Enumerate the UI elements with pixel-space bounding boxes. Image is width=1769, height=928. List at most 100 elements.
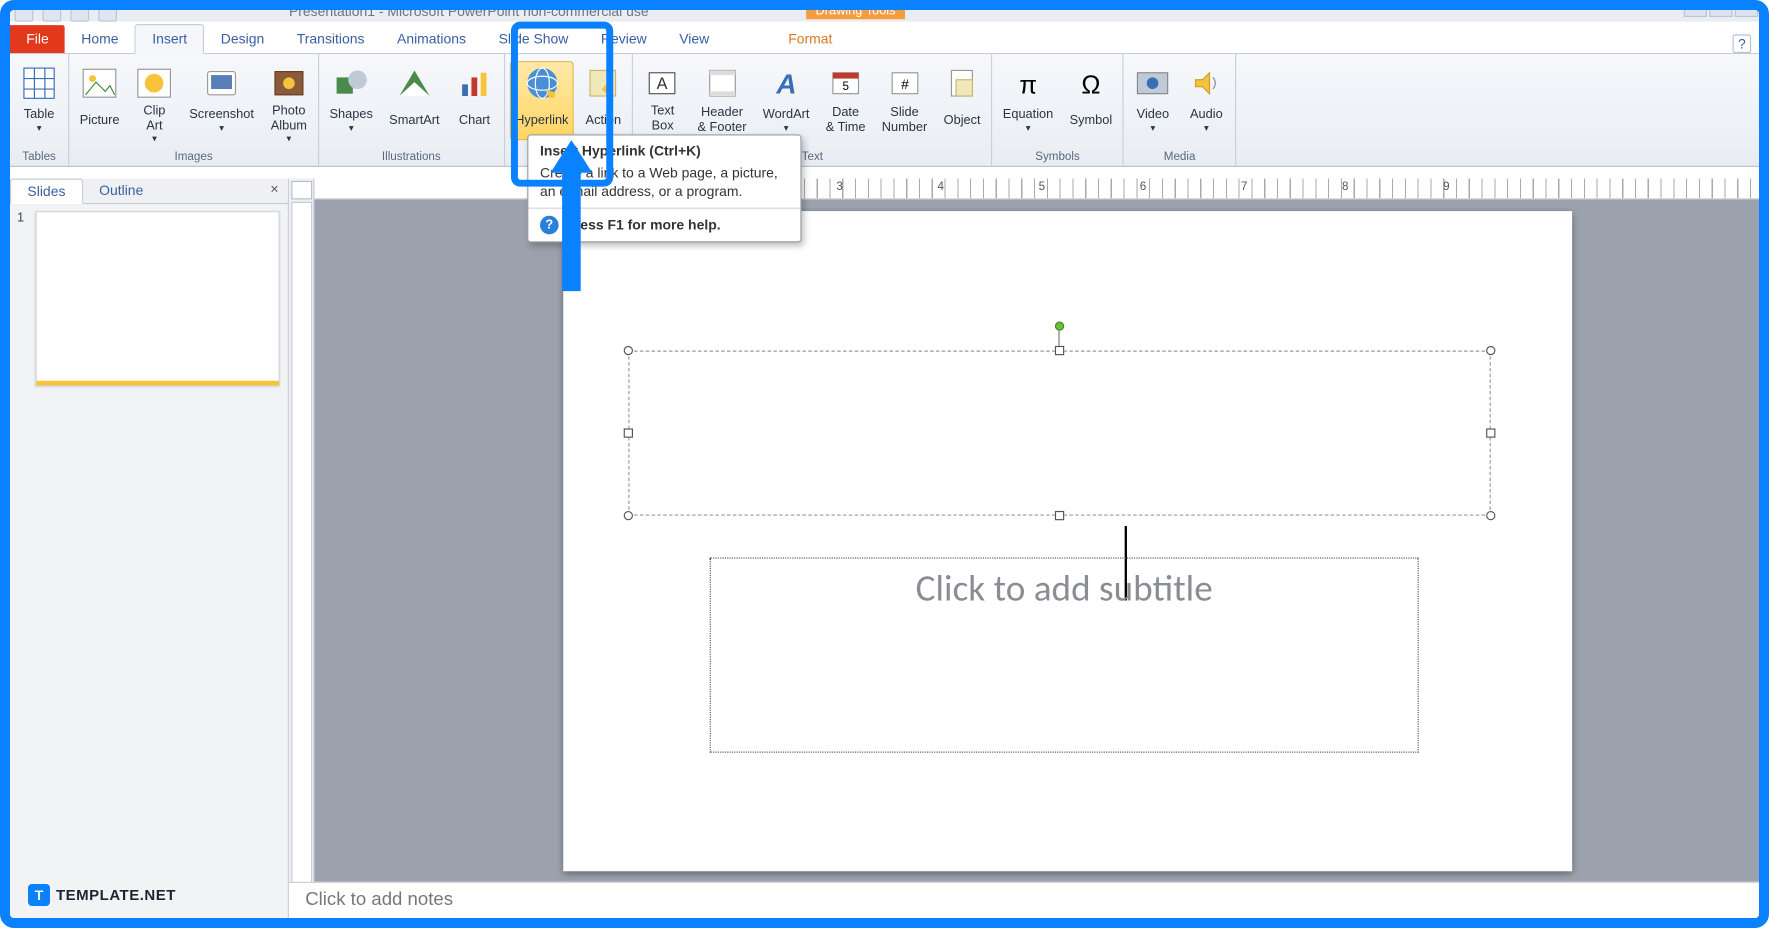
audio-button[interactable]: Audio▾ xyxy=(1182,61,1231,140)
slidenumber-button[interactable]: # Slide Number xyxy=(876,61,933,140)
tab-design[interactable]: Design xyxy=(205,25,281,53)
resize-handle[interactable] xyxy=(1055,346,1064,355)
photoalbum-button[interactable]: Photo Album▾ xyxy=(264,61,313,148)
svg-text:5: 5 xyxy=(842,80,848,93)
tab-home[interactable]: Home xyxy=(65,25,135,53)
action-button[interactable]: Action xyxy=(579,61,628,140)
resize-handle[interactable] xyxy=(1486,511,1495,520)
tab-review[interactable]: Review xyxy=(585,25,663,53)
symbol-label: Symbol xyxy=(1070,104,1113,137)
tab-selector-button[interactable] xyxy=(291,181,312,200)
chart-label: Chart xyxy=(459,104,490,137)
tab-file[interactable]: File xyxy=(10,25,65,53)
resize-handle[interactable] xyxy=(624,346,633,355)
object-icon xyxy=(944,65,981,102)
screenshot-button[interactable]: Screenshot▾ xyxy=(183,61,259,140)
qat-undo-icon[interactable] xyxy=(43,3,62,22)
smartart-label: SmartArt xyxy=(389,104,439,137)
ruler-mark: 4 xyxy=(938,181,944,194)
equation-button[interactable]: πEquation▾ xyxy=(997,61,1059,140)
chevron-down-icon: ▾ xyxy=(189,122,254,133)
datetime-button[interactable]: 5 Date & Time xyxy=(820,61,871,140)
datetime-icon: 5 xyxy=(827,65,864,102)
panel-tab-outline[interactable]: Outline xyxy=(83,179,160,203)
close-button[interactable] xyxy=(1735,3,1758,17)
shapes-button[interactable]: Shapes▾ xyxy=(324,61,379,140)
subtitle-placeholder[interactable]: Click to add subtitle xyxy=(710,557,1419,752)
resize-handle[interactable] xyxy=(1486,428,1495,437)
group-images: Picture Clip Art▾ Screenshot▾ Photo Albu… xyxy=(69,54,319,166)
work-area: Slides Outline × 1 1 2 3 4 5 6 7 8 9 xyxy=(10,179,1760,919)
resize-handle[interactable] xyxy=(624,428,633,437)
slides-panel: Slides Outline × 1 xyxy=(10,179,289,919)
action-label: Action xyxy=(586,104,622,137)
table-label: Table xyxy=(24,108,55,123)
help-button[interactable]: ? xyxy=(1733,34,1752,53)
video-button[interactable]: Video▾ xyxy=(1128,61,1177,140)
datetime-label: Date & Time xyxy=(826,104,866,137)
group-tables: Table▾ Tables xyxy=(10,54,69,166)
slide-canvas[interactable]: 1 2 3 4 5 6 7 8 9 xyxy=(315,179,1761,919)
tooltip-hyperlink: Insert Hyperlink (Ctrl+K) Create a link … xyxy=(527,134,801,243)
svg-text:A: A xyxy=(775,69,796,99)
hyperlink-label: Hyperlink xyxy=(515,104,568,137)
notes-placeholder: Click to add notes xyxy=(305,890,453,910)
context-tab-drawing-tools: Drawing Tools xyxy=(806,3,905,19)
panel-tab-slides[interactable]: Slides xyxy=(10,179,83,205)
window-title: Presentation1 - Microsoft PowerPoint non… xyxy=(289,3,649,19)
resize-handle[interactable] xyxy=(1055,511,1064,520)
tab-view[interactable]: View xyxy=(663,25,726,53)
equation-icon: π xyxy=(1009,65,1046,102)
svg-text:#: # xyxy=(901,76,909,92)
tooltip-title: Insert Hyperlink (Ctrl+K) xyxy=(528,136,800,164)
tooltip-body: Create a link to a Web page, a picture, … xyxy=(528,163,800,208)
group-images-label: Images xyxy=(175,148,213,165)
equation-label: Equation xyxy=(1003,108,1053,123)
minimize-button[interactable] xyxy=(1684,3,1707,17)
panel-close-button[interactable]: × xyxy=(261,179,288,203)
symbol-button[interactable]: Ω Symbol xyxy=(1064,61,1118,140)
clipart-button[interactable]: Clip Art▾ xyxy=(130,61,179,148)
tab-animations[interactable]: Animations xyxy=(381,25,483,53)
rotate-handle[interactable] xyxy=(1055,321,1064,330)
tab-format[interactable]: Format xyxy=(772,25,849,53)
chart-button[interactable]: Chart xyxy=(450,61,499,140)
smartart-button[interactable]: SmartArt xyxy=(383,61,445,140)
picture-button[interactable]: Picture xyxy=(74,61,125,140)
maximize-button[interactable] xyxy=(1709,3,1732,17)
wordart-button[interactable]: AWordArt▾ xyxy=(757,61,815,140)
slidenumber-label: Slide Number xyxy=(882,104,927,137)
headerfooter-button[interactable]: Header & Footer xyxy=(692,61,753,140)
subtitle-placeholder-text: Click to add subtitle xyxy=(916,566,1213,611)
resize-handle[interactable] xyxy=(624,511,633,520)
slidenumber-icon: # xyxy=(886,65,923,102)
object-button[interactable]: Object xyxy=(938,61,987,140)
screenshot-label: Screenshot xyxy=(189,108,254,123)
clipart-icon xyxy=(136,65,173,102)
slide[interactable]: Click to add subtitle xyxy=(563,211,1572,871)
table-button[interactable]: Table▾ xyxy=(15,61,64,140)
tab-slideshow[interactable]: Slide Show xyxy=(482,25,584,53)
qat-save-icon[interactable] xyxy=(15,3,34,22)
ribbon-tabstrip: File Home Insert Design Transitions Anim… xyxy=(10,22,1760,55)
group-symbols: πEquation▾ ΩSymbol Symbols xyxy=(992,54,1123,166)
tab-transitions[interactable]: Transitions xyxy=(281,25,381,53)
svg-text:Ω: Ω xyxy=(1081,72,1100,99)
picture-label: Picture xyxy=(80,104,120,137)
qat-customize-icon[interactable] xyxy=(98,3,117,22)
watermark-text: TEMPLATE.NET xyxy=(56,887,176,904)
notes-pane[interactable]: Click to add notes xyxy=(289,882,1760,919)
slide-thumbnail[interactable]: 1 xyxy=(17,211,281,385)
hyperlink-button[interactable]: Hyperlink xyxy=(509,61,574,140)
wordart-label: WordArt xyxy=(763,108,810,123)
tab-insert[interactable]: Insert xyxy=(135,24,205,54)
chevron-down-icon: ▾ xyxy=(143,134,165,145)
screenshot-icon xyxy=(203,65,240,102)
resize-handle[interactable] xyxy=(1486,346,1495,355)
title-placeholder[interactable] xyxy=(628,351,1490,516)
qat-redo-icon[interactable] xyxy=(70,3,89,22)
svg-text:A: A xyxy=(657,75,668,93)
rotate-connector xyxy=(1058,331,1059,347)
ribbon: Table▾ Tables Picture Clip Art▾ Screensh… xyxy=(10,54,1760,167)
title-bar: Presentation1 - Microsoft PowerPoint non… xyxy=(10,10,1760,22)
